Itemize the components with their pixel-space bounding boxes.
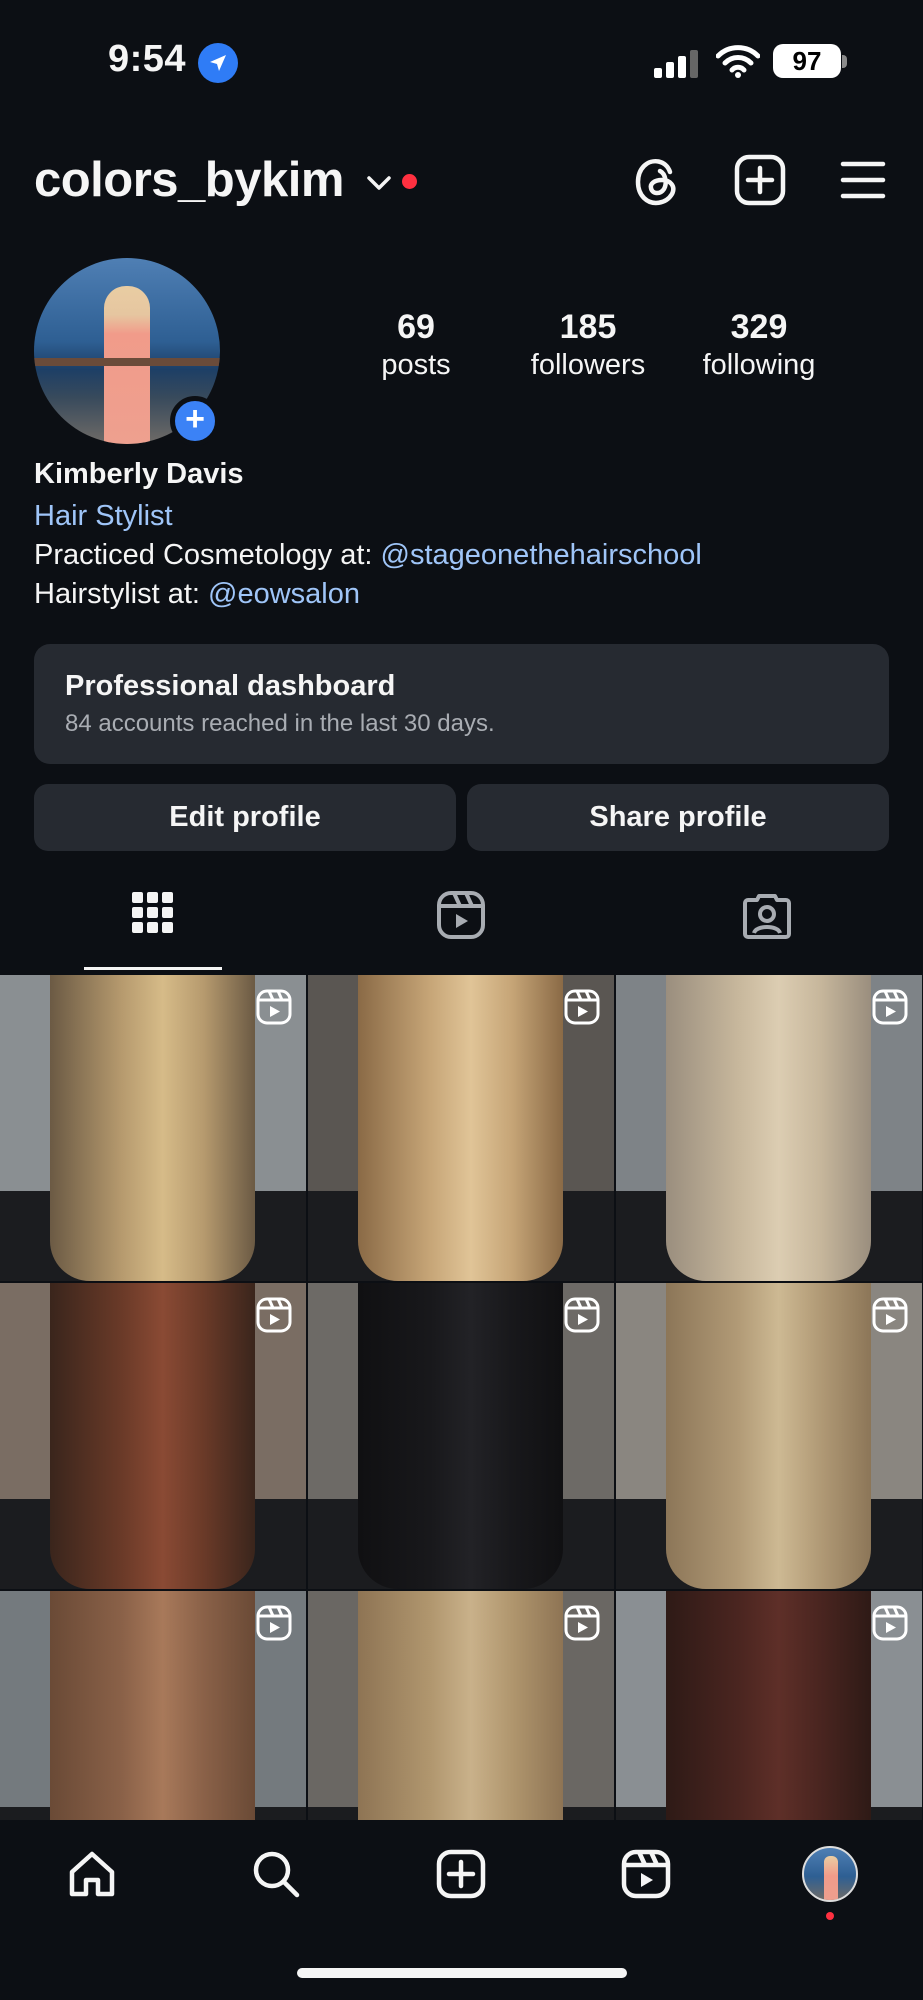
threads-icon[interactable] bbox=[632, 154, 680, 213]
create-post-icon[interactable] bbox=[734, 154, 786, 211]
stat-followers[interactable]: 185 followers bbox=[520, 308, 656, 382]
post-hair bbox=[666, 975, 871, 1281]
followers-label: followers bbox=[530, 349, 646, 381]
dashboard-subtitle: 84 accounts reached in the last 30 days. bbox=[65, 710, 495, 737]
reel-badge-icon bbox=[872, 1297, 908, 1338]
add-story-button[interactable]: + bbox=[170, 396, 220, 446]
post-hair bbox=[666, 1283, 871, 1589]
post-thumbnail[interactable] bbox=[308, 1591, 614, 1820]
post-hair bbox=[358, 975, 563, 1281]
chevron-down-icon[interactable] bbox=[366, 174, 392, 197]
status-time: 9:54 bbox=[108, 38, 187, 80]
create-icon[interactable] bbox=[435, 1848, 487, 1905]
post-hair bbox=[50, 1283, 255, 1589]
following-count: 329 bbox=[730, 308, 788, 346]
reel-badge-icon bbox=[256, 1297, 292, 1338]
posts-count: 69 bbox=[397, 308, 435, 346]
bio-line-2: Hairstylist at: @eowsalon bbox=[34, 578, 360, 611]
reel-badge-icon bbox=[564, 1297, 600, 1338]
post-thumbnail[interactable] bbox=[0, 1591, 306, 1820]
battery-indicator: 97 bbox=[773, 44, 841, 78]
location-arrow-icon bbox=[198, 43, 238, 83]
cellular-signal-icon bbox=[654, 50, 702, 83]
grid-icon bbox=[132, 892, 173, 933]
share-profile-button[interactable]: Share profile bbox=[467, 784, 889, 851]
posts-grid bbox=[0, 975, 923, 1820]
mention-link-salon[interactable]: @eowsalon bbox=[208, 578, 360, 610]
post-thumbnail[interactable] bbox=[616, 1591, 922, 1820]
edit-profile-button[interactable]: Edit profile bbox=[34, 784, 456, 851]
nav-avatar-figure bbox=[824, 1856, 838, 1900]
home-icon[interactable] bbox=[66, 1848, 118, 1905]
home-indicator bbox=[297, 1968, 627, 1978]
bio-line-2-text: Hairstylist at: bbox=[34, 578, 209, 610]
post-hair bbox=[358, 1591, 563, 1820]
account-switcher-username[interactable]: colors_bykim bbox=[34, 152, 344, 208]
post-thumbnail[interactable] bbox=[0, 1283, 306, 1589]
stat-posts[interactable]: 69 posts bbox=[372, 308, 460, 382]
tagged-icon bbox=[743, 894, 791, 939]
profile-name: Kimberly Davis bbox=[34, 458, 244, 490]
active-tab-indicator bbox=[84, 967, 222, 970]
posts-label: posts bbox=[381, 349, 451, 381]
reel-badge-icon bbox=[256, 989, 292, 1030]
reels-icon bbox=[437, 891, 485, 939]
post-thumbnail[interactable] bbox=[616, 975, 922, 1281]
post-hair bbox=[666, 1591, 871, 1820]
following-label: following bbox=[702, 349, 816, 381]
profile-notification-dot bbox=[826, 1912, 834, 1920]
battery-tip bbox=[842, 55, 847, 68]
dashboard-title: Professional dashboard bbox=[65, 670, 396, 702]
bio-line-1-text: Practiced Cosmetology at: bbox=[34, 539, 381, 571]
wifi-icon bbox=[715, 44, 761, 83]
post-thumbnail[interactable] bbox=[308, 1283, 614, 1589]
followers-count: 185 bbox=[559, 308, 617, 346]
tab-reels[interactable] bbox=[436, 890, 486, 945]
post-hair bbox=[50, 1591, 255, 1820]
menu-icon[interactable] bbox=[840, 154, 886, 211]
reel-badge-icon bbox=[872, 989, 908, 1030]
profile-nav-avatar[interactable] bbox=[802, 1846, 858, 1902]
tab-tagged[interactable] bbox=[742, 890, 792, 945]
stat-following[interactable]: 329 following bbox=[694, 308, 824, 382]
professional-dashboard-card[interactable]: Professional dashboard 84 accounts reach… bbox=[34, 644, 889, 764]
reel-badge-icon bbox=[564, 1605, 600, 1646]
reels-nav-icon[interactable] bbox=[620, 1848, 672, 1905]
tab-posts-grid[interactable] bbox=[130, 890, 176, 941]
bio-line-1: Practiced Cosmetology at: @stageonetheha… bbox=[34, 539, 702, 572]
mention-link-school[interactable]: @stageonethehairschool bbox=[381, 539, 702, 571]
reel-badge-icon bbox=[256, 1605, 292, 1646]
avatar-rail bbox=[34, 358, 220, 366]
post-hair bbox=[50, 975, 255, 1281]
post-hair bbox=[358, 1283, 563, 1589]
post-thumbnail[interactable] bbox=[616, 1283, 922, 1589]
status-bar: 9:54 97 bbox=[0, 0, 923, 110]
search-icon[interactable] bbox=[250, 1848, 302, 1905]
reel-badge-icon bbox=[564, 989, 600, 1030]
post-thumbnail[interactable] bbox=[308, 975, 614, 1281]
notification-dot bbox=[402, 174, 417, 189]
reel-badge-icon bbox=[872, 1605, 908, 1646]
profile-header: colors_bykim bbox=[0, 140, 923, 220]
profile-category[interactable]: Hair Stylist bbox=[34, 500, 173, 533]
post-thumbnail[interactable] bbox=[0, 975, 306, 1281]
